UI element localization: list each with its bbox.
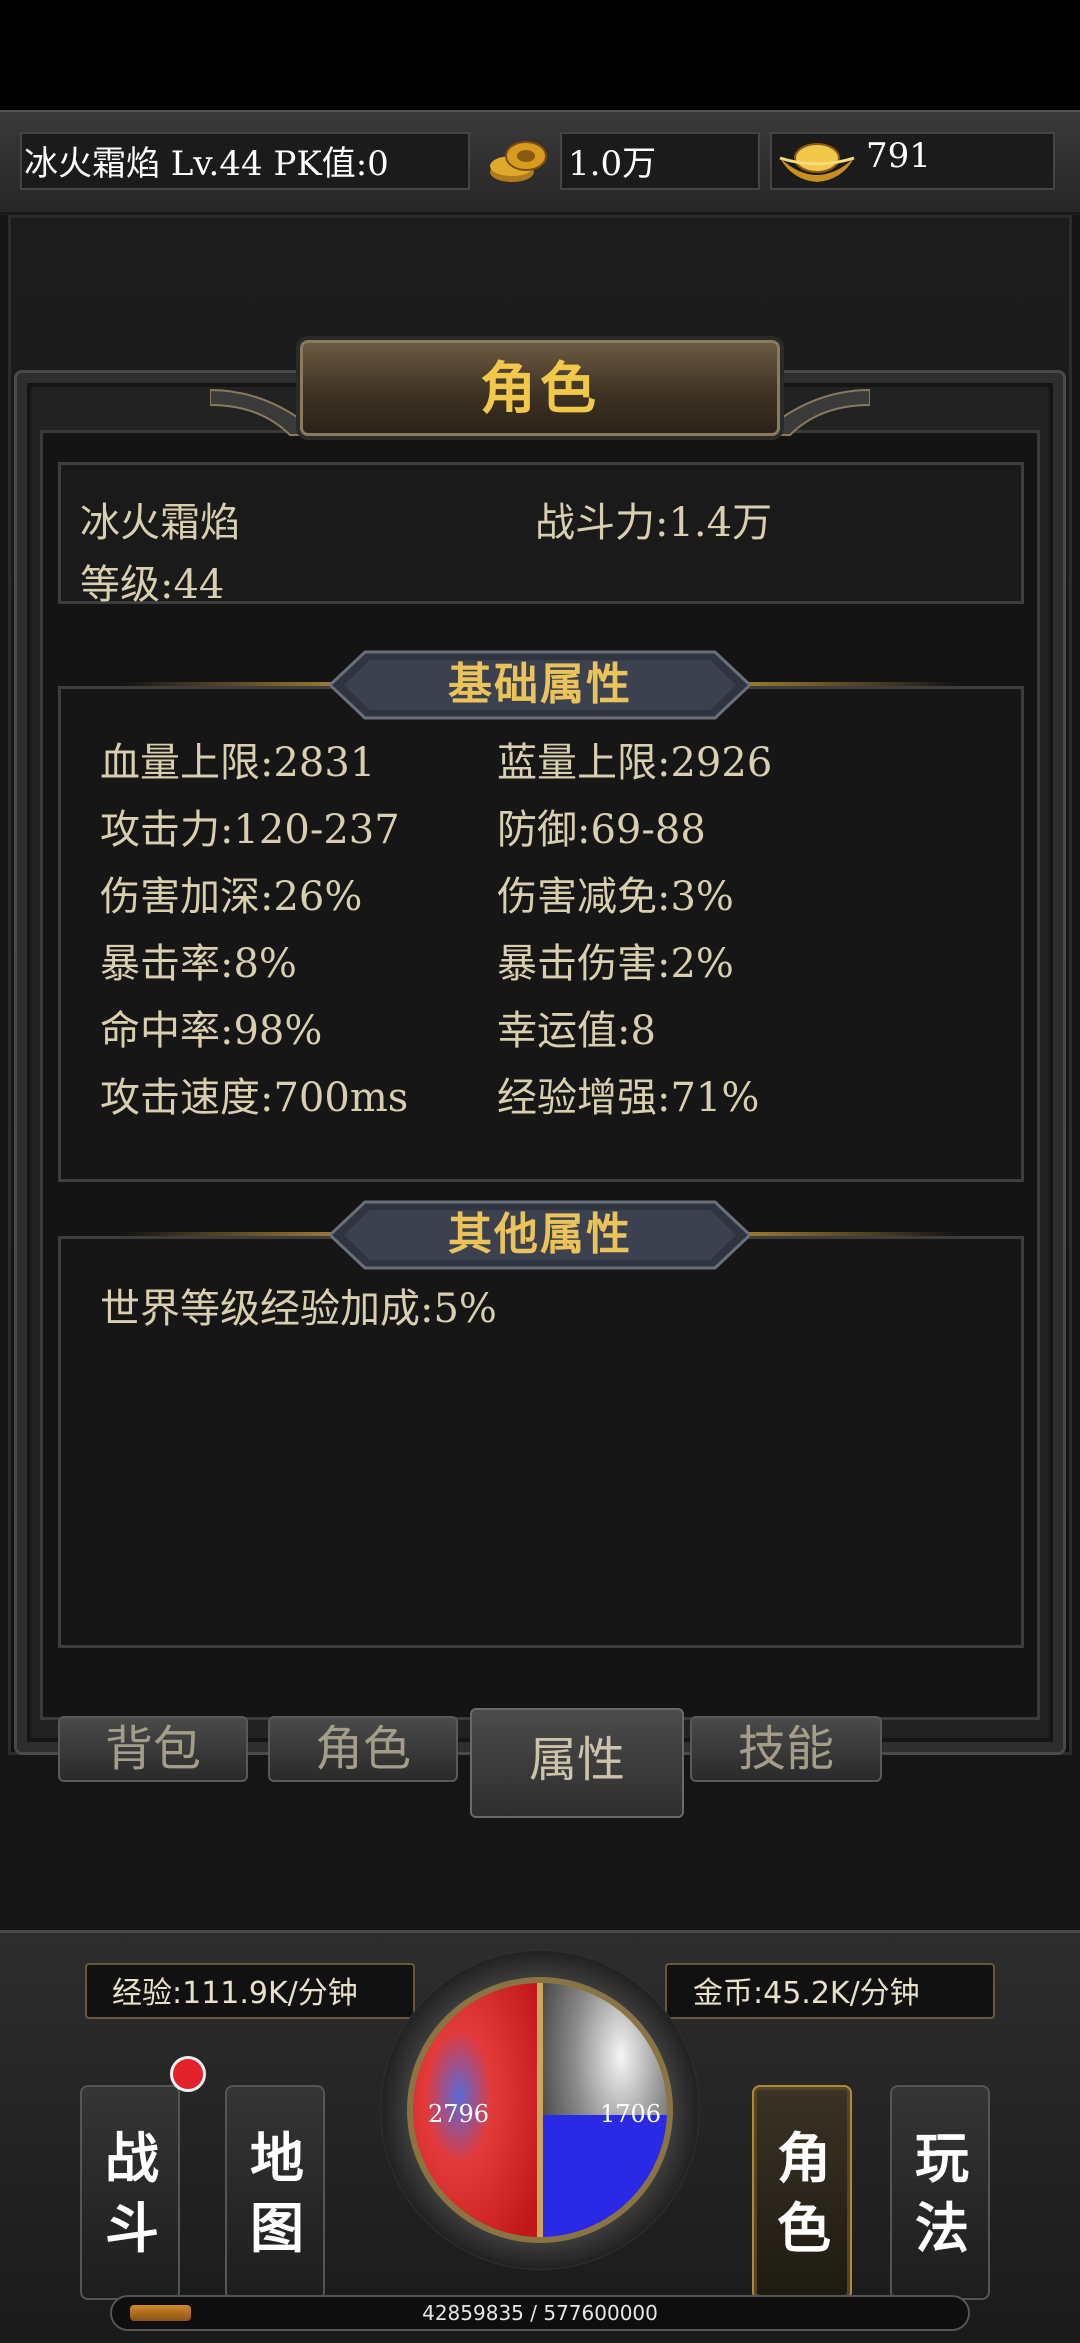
- coin-stack-icon: [490, 141, 547, 182]
- stat-crit-rate: 暴击率:8%: [100, 941, 297, 987]
- exp-text: 42859835 / 577600000: [422, 2301, 658, 2325]
- stat-defense: 防御:69-88: [497, 807, 706, 853]
- stat-attack: 攻击力:120-237: [100, 807, 400, 853]
- ingot-amount: 791: [866, 136, 931, 176]
- stat-exp-boost: 经验增强:71%: [497, 1075, 760, 1121]
- battle-button-label-2: 斗: [105, 2197, 159, 2260]
- stat-hit-rate: 命中率:98%: [100, 1008, 323, 1054]
- player-info: 冰火霜焰 Lv.44 PK值:0: [24, 144, 389, 184]
- stat-crit-damage: 暴击伤害:2%: [497, 941, 734, 987]
- stat-damage-bonus: 伤害加深:26%: [100, 874, 363, 920]
- gold-ingot-icon: [779, 143, 855, 182]
- map-button-label-1: 地: [250, 2127, 304, 2190]
- battle-button[interactable]: 战 斗: [80, 2085, 180, 2300]
- stat-max-hp: 血量上限:2831: [100, 740, 376, 786]
- combat-power: 战斗力:1.4万: [535, 500, 773, 546]
- stat-world-level-exp: 世界等级经验加成:5%: [100, 1286, 497, 1332]
- tab-skills[interactable]: 技能: [690, 1716, 882, 1782]
- gameplay-button[interactable]: 玩 法: [890, 2085, 990, 2300]
- map-button[interactable]: 地 图: [225, 2085, 325, 2300]
- tab-attributes[interactable]: 属性: [470, 1708, 684, 1818]
- panel-title: 角色: [480, 356, 600, 422]
- other-attributes-title: 其他属性: [448, 1209, 632, 1260]
- notification-dot: [170, 2056, 206, 2092]
- stat-max-mp: 蓝量上限:2926: [497, 740, 773, 786]
- gameplay-button-label-2: 法: [915, 2197, 969, 2260]
- basic-attributes-title: 基础属性: [448, 659, 632, 710]
- gameplay-button-label-1: 玩: [915, 2127, 969, 2190]
- character-button-label-1: 角: [777, 2127, 831, 2190]
- stat-luck: 幸运值:8: [497, 1008, 656, 1054]
- tab-bag[interactable]: 背包: [58, 1716, 248, 1782]
- character-button[interactable]: 角 色: [752, 2085, 852, 2300]
- gold-rate: 金币:45.2K/分钟: [693, 1976, 920, 2011]
- mp-value: 1706: [600, 2100, 662, 2128]
- mp-fill: [540, 2115, 670, 2240]
- stat-attack-speed: 攻击速度:700ms: [100, 1075, 409, 1121]
- gold-amount: 1.0万: [568, 144, 657, 184]
- exp-rate: 经验:111.9K/分钟: [112, 1976, 358, 2011]
- character-name: 冰火霜焰: [80, 500, 240, 546]
- top-status-bar: 冰火霜焰 Lv.44 PK值:0 1.0万 791: [0, 110, 1080, 215]
- stat-damage-reduction: 伤害减免:3%: [497, 874, 734, 920]
- character-level: 等级:44: [80, 562, 225, 608]
- battle-button-label-1: 战: [105, 2127, 159, 2190]
- character-button-label-2: 色: [777, 2197, 831, 2260]
- tab-character[interactable]: 角色: [268, 1716, 458, 1782]
- map-button-label-2: 图: [250, 2197, 304, 2260]
- hp-value: 2796: [428, 2100, 490, 2128]
